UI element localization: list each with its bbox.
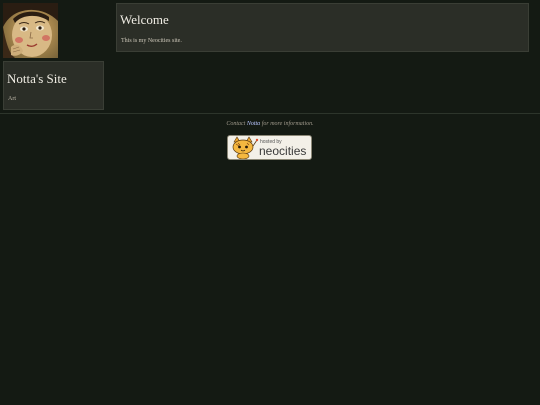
neocities-cat-icon <box>232 136 259 159</box>
badge-neocities-label: neocities <box>259 144 307 158</box>
page: Notta's Site Art Welcome This is my Neoc… <box>0 0 540 405</box>
contact-prefix: Contact <box>226 121 246 127</box>
contact-link[interactable]: Notta <box>247 121 260 127</box>
contact-suffix: for more information. <box>261 121 314 127</box>
page-title: Welcome <box>120 12 169 27</box>
site-info-panel: Notta's Site Art <box>3 61 104 110</box>
intro-text: This is my Neocities site. <box>121 38 182 44</box>
site-title: Notta's Site <box>7 71 67 86</box>
contact-line: Contact Notta for more information. <box>0 121 540 127</box>
hosted-by-neocities-badge[interactable]: hosted by neocities <box>227 135 312 160</box>
header-area: Notta's Site Art Welcome This is my Neoc… <box>0 0 540 114</box>
site-subtitle: Art <box>8 96 16 102</box>
welcome-panel: Welcome This is my Neocities site. <box>116 3 529 52</box>
painted-face-portrait-icon <box>3 3 58 58</box>
avatar <box>3 3 58 58</box>
